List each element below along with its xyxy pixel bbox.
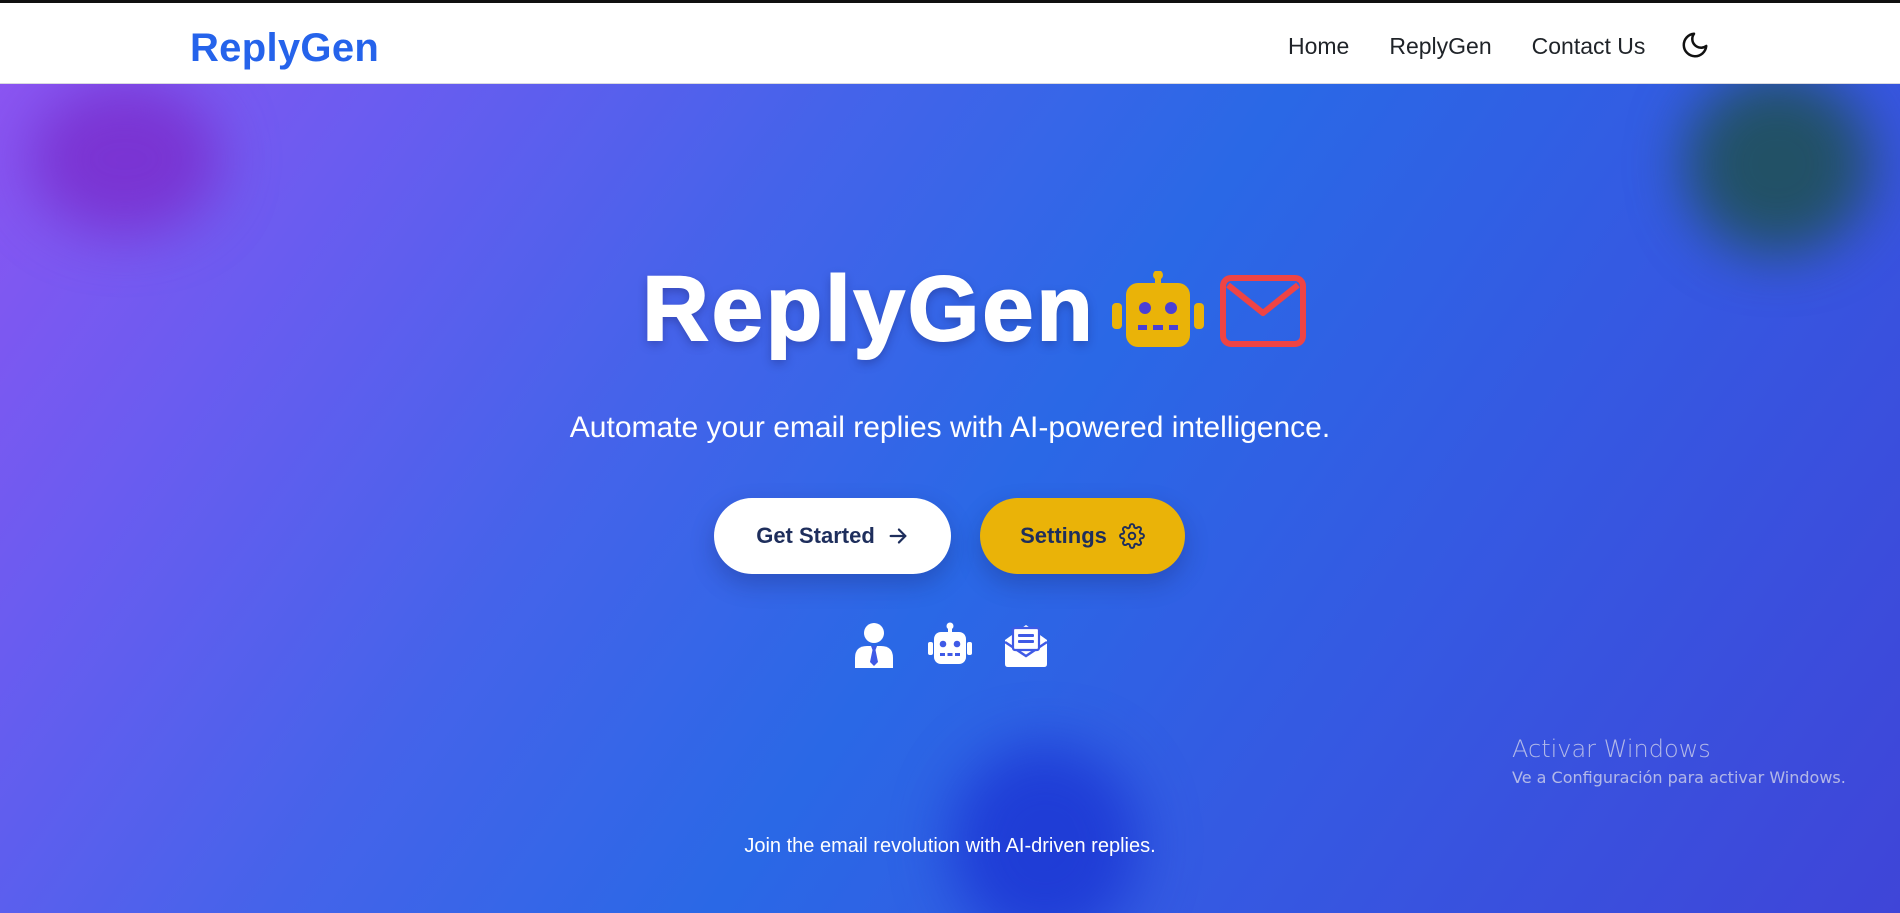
nav-link-contact-us[interactable]: Contact Us: [1532, 31, 1646, 61]
settings-label: Settings: [1020, 523, 1107, 548]
join-revolution-text: Join the email revolution with AI-driven…: [744, 835, 1156, 857]
nav-links: Home ReplyGen Contact Us: [1288, 31, 1685, 61]
envelope-open-text-icon: [1004, 625, 1048, 667]
hero-title-text: ReplyGen: [641, 258, 1096, 360]
moon-icon[interactable]: [1680, 30, 1710, 60]
user-tie-icon: [855, 623, 893, 668]
brand-logo[interactable]: ReplyGen: [190, 25, 379, 71]
settings-button[interactable]: Settings: [980, 498, 1185, 574]
decorative-blob: [1685, 84, 1870, 254]
decorative-blob: [30, 84, 220, 234]
hero-tagline: Automate your email replies with AI-powe…: [569, 411, 1331, 444]
feature-icon-row: [0, 622, 1900, 668]
nav-link-replygen[interactable]: ReplyGen: [1389, 31, 1491, 61]
robot-icon: [1111, 270, 1204, 351]
gear-icon: [1119, 523, 1145, 549]
decorative-blob: [950, 744, 1140, 913]
get-started-button[interactable]: Get Started: [714, 498, 951, 574]
arrow-right-icon: [889, 528, 907, 544]
hero-section: ReplyGen Automate your email replies wit…: [0, 84, 1900, 913]
envelope-icon: [1219, 275, 1306, 347]
get-started-label: Get Started: [756, 523, 875, 548]
hero-title: ReplyGen: [0, 258, 1900, 360]
nav-link-home[interactable]: Home: [1288, 31, 1349, 61]
robot-icon: [928, 622, 972, 664]
windows-activation-title: Activar Windows: [1512, 735, 1711, 763]
navbar: ReplyGen Home ReplyGen Contact Us: [0, 3, 1900, 84]
windows-activation-subtitle: Ve a Configuración para activar Windows.: [1512, 768, 1846, 787]
